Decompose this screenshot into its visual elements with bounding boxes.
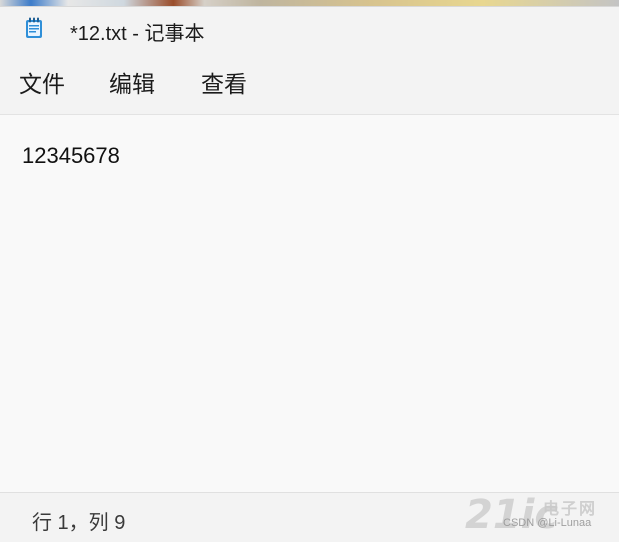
- menu-file[interactable]: 文件: [15, 68, 69, 100]
- watermark-credit: CSDN @Li-Lunaa: [503, 517, 592, 529]
- watermark-site-name: 电子网: [543, 501, 598, 518]
- title-bar[interactable]: *12.txt - 记事本: [0, 7, 619, 52]
- notepad-icon: [26, 17, 42, 38]
- cursor-position: 行 1，列 9: [32, 512, 126, 534]
- text-editor[interactable]: 12345678: [0, 115, 619, 492]
- menu-view[interactable]: 查看: [197, 68, 251, 100]
- menu-bar: 文件 编辑 查看: [0, 52, 619, 115]
- menu-edit[interactable]: 编辑: [105, 68, 159, 100]
- notepad-window: *12.txt - 记事本 文件 编辑 查看 12345678 行 1，列 9: [0, 6, 619, 542]
- editor-content[interactable]: 12345678: [22, 143, 120, 169]
- window-title: *12.txt - 记事本: [70, 23, 205, 45]
- watermark: 21ic 电子网 CSDN @Li-Lunaa: [465, 493, 615, 537]
